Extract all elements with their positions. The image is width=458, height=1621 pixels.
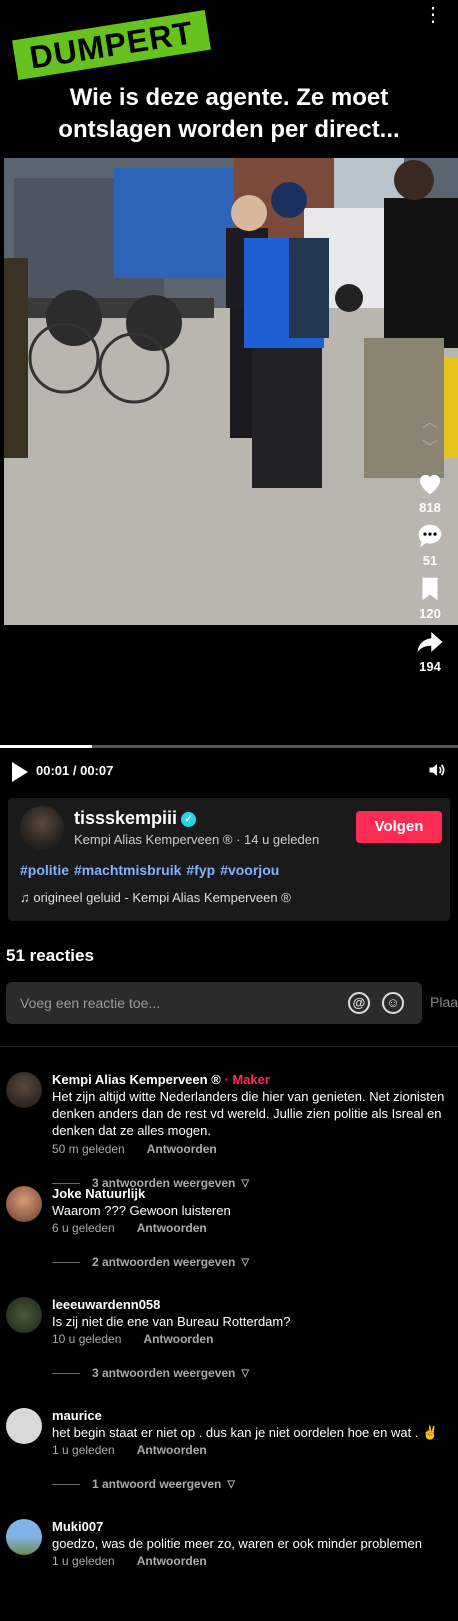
comment-count: 51 xyxy=(422,553,438,568)
music-link[interactable]: ♫ origineel geluid - Kempi Alias Kemperv… xyxy=(20,890,291,905)
video-progress-bar[interactable] xyxy=(0,745,458,748)
share-arrow-icon xyxy=(417,632,443,652)
post-comment-button[interactable]: Plaa xyxy=(430,994,458,1010)
share-count: 194 xyxy=(419,659,441,674)
reply-button[interactable]: Antwoorden xyxy=(137,1443,207,1457)
emoji-icon[interactable]: ☺ xyxy=(382,992,404,1014)
chevron-down-icon: ▽ xyxy=(241,1367,250,1379)
commenter-avatar[interactable] xyxy=(6,1519,42,1555)
maker-badge: · Maker xyxy=(220,1072,270,1087)
reply-button[interactable]: Antwoorden xyxy=(137,1221,207,1235)
hashtag-list: #politie #machtmisbruik #fyp #voorjou xyxy=(20,862,284,878)
video-action-bar: ︿ ﹀ 818 51 120 194 xyxy=(410,410,450,674)
comments-count-heading: 51 reacties xyxy=(6,946,94,965)
divider xyxy=(0,1046,458,1047)
author-avatar[interactable] xyxy=(20,806,64,850)
follow-button[interactable]: Volgen xyxy=(356,811,442,843)
like-button[interactable]: 818 xyxy=(415,468,445,515)
author-username[interactable]: tissskempiii ✓ xyxy=(74,808,197,829)
commenter-avatar[interactable] xyxy=(6,1297,42,1333)
share-button[interactable]: 194 xyxy=(415,627,445,674)
comment-button[interactable]: 51 xyxy=(415,521,445,568)
commenter-name[interactable]: maurice xyxy=(52,1408,102,1423)
video-progress-fill xyxy=(0,745,92,748)
bookmark-icon xyxy=(422,577,438,601)
hashtag-link[interactable]: #machtmisbruik xyxy=(74,862,181,878)
player-controls: 00:01 / 00:07 xyxy=(0,756,458,786)
comment-meta: 1 u geleden Antwoorden xyxy=(52,1554,207,1568)
hashtag-link[interactable]: #fyp xyxy=(186,862,215,878)
hashtag-link[interactable]: #voorjou xyxy=(220,862,279,878)
commenter-name[interactable]: leeeuwardenn058 xyxy=(52,1297,160,1312)
comment-bubble-icon xyxy=(418,524,442,548)
view-replies-button[interactable]: 1 antwoord weergeven ▽ xyxy=(52,1477,235,1491)
commenter-name[interactable]: Joke Natuurlijk xyxy=(52,1186,145,1201)
video-caption-line-1: Wie is deze agente. Ze moet xyxy=(69,84,389,111)
chevron-down-icon[interactable]: ﹀ xyxy=(422,436,438,462)
comment-meta: 50 m geleden Antwoorden xyxy=(52,1142,217,1156)
view-replies-button[interactable]: 3 antwoorden weergeven ▽ xyxy=(52,1366,249,1380)
bookmark-count: 120 xyxy=(419,606,441,621)
more-options-icon[interactable]: ⋮ xyxy=(423,2,444,27)
volume-icon[interactable] xyxy=(426,760,448,780)
commenter-name[interactable]: Kempi Alias Kemperveen ® · Maker xyxy=(52,1072,270,1087)
comment-meta: 10 u geleden Antwoorden xyxy=(52,1332,214,1346)
like-count: 818 xyxy=(419,500,441,515)
chevron-down-icon: ▽ xyxy=(241,1177,250,1189)
commenter-name[interactable]: Muki007 xyxy=(52,1519,103,1534)
commenter-avatar[interactable] xyxy=(6,1408,42,1444)
hashtag-link[interactable]: #politie xyxy=(20,862,69,878)
video-player[interactable]: ⋮ DUMPERT Wie is deze agente. Ze moet on… xyxy=(0,0,458,745)
comment-meta: 1 u geleden Antwoorden xyxy=(52,1443,207,1457)
play-icon[interactable] xyxy=(12,762,28,782)
comment-text: Het zijn altijd witte Nederlanders die h… xyxy=(52,1089,445,1138)
comment-text: Waarom ??? Gewoon luisteren xyxy=(52,1203,231,1218)
reply-button[interactable]: Antwoorden xyxy=(143,1332,213,1346)
author-subline: Kempi Alias Kemperveen ® · 14 u geleden xyxy=(74,832,320,847)
reply-button[interactable]: Antwoorden xyxy=(147,1142,217,1156)
view-replies-button[interactable]: 2 antwoorden weergeven ▽ xyxy=(52,1255,249,1269)
bookmark-button[interactable]: 120 xyxy=(415,574,445,621)
video-caption-line-2: ontslagen worden per direct... xyxy=(58,116,400,143)
commenter-avatar[interactable] xyxy=(6,1072,42,1108)
verified-badge-icon: ✓ xyxy=(181,812,197,827)
reply-button[interactable]: Antwoorden xyxy=(137,1554,207,1568)
comment-meta: 6 u geleden Antwoorden xyxy=(52,1221,207,1235)
dumpert-logo: DUMPERT xyxy=(12,9,211,81)
heart-icon xyxy=(420,474,440,495)
comment-text: het begin staat er niet op . dus kan je … xyxy=(52,1425,439,1440)
commenter-avatar[interactable] xyxy=(6,1186,42,1222)
comment-input-box: @ ☺ xyxy=(6,982,422,1024)
chevron-down-icon: ▽ xyxy=(227,1478,236,1490)
author-card: tissskempiii ✓ Kempi Alias Kemperveen ® ·… xyxy=(8,798,450,921)
comment-input[interactable] xyxy=(20,992,320,1014)
playback-time: 00:01 / 00:07 xyxy=(36,763,114,778)
chevron-down-icon: ▽ xyxy=(241,1256,250,1268)
chevron-up-icon[interactable]: ︿ xyxy=(422,410,438,436)
video-frame xyxy=(4,158,458,625)
comment-text: goedzo, was de politie meer zo, waren er… xyxy=(52,1536,422,1551)
comment-text: Is zij niet die ene van Bureau Rotterdam… xyxy=(52,1314,291,1329)
mention-at-icon[interactable]: @ xyxy=(348,992,370,1014)
